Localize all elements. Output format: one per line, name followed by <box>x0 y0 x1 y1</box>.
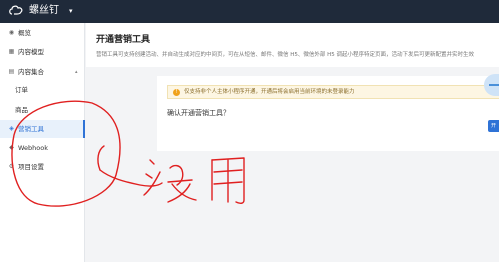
notice-banner: ! 仅支持非个人主体小程序开通，开通后将会启用当前环境的未登录能力 <box>167 85 499 99</box>
sidebar-item-label: 项目设置 <box>18 163 44 171</box>
chevron-down-icon[interactable]: ▾ <box>69 5 73 17</box>
sidebar-item-label: 营销工具 <box>18 125 44 133</box>
sidebar-item-products[interactable]: 商品 <box>0 101 85 119</box>
floating-help-button[interactable] <box>484 74 499 96</box>
notice-text: 仅支持非个人主体小程序开通，开通后将会启用当前环境的未登录能力 <box>184 89 355 95</box>
sidebar-item-label: Webhook <box>18 144 49 152</box>
content-model-icon: ▦ <box>8 48 15 55</box>
top-bar: 螺丝钉 ▾ <box>0 0 499 23</box>
sidebar-item-content-model[interactable]: ▦ 内容模型 <box>0 43 85 61</box>
sidebar-item-overview[interactable]: ◉ 概览 <box>0 24 85 42</box>
webhook-icon: ◆ <box>9 144 14 151</box>
content-collection-icon: ▤ <box>8 68 15 75</box>
page-description: 营销工具可支持创建活动、并自动生成对应的中间页，可在从短信、邮件、微信 H5、微… <box>96 52 475 58</box>
sidebar-item-marketing-tools[interactable]: ◈ 营销工具 <box>0 120 85 138</box>
sidebar-item-label: 订单 <box>15 86 28 94</box>
sidebar-item-label: 内容模型 <box>18 48 44 56</box>
sidebar-item-orders[interactable]: 订单 <box>0 81 85 99</box>
page-header: 开通营销工具 营销工具可支持创建活动、并自动生成对应的中间页，可在从短信、邮件、… <box>86 23 499 67</box>
help-bar-icon <box>489 84 499 86</box>
page-title: 开通营销工具 <box>96 35 151 45</box>
confirm-text: 确认开通营销工具？ <box>167 109 230 117</box>
warning-icon: ! <box>173 89 180 96</box>
marketing-icon: ◈ <box>9 125 14 132</box>
sidebar-item-label: 内容集合 <box>18 68 44 76</box>
sidebar: ◉ 概览 ▦ 内容模型 ▤ 内容集合 ▴ 订单 商品 ◈ 营销工具 ◆ Webh… <box>0 23 85 262</box>
overview-icon: ◉ <box>8 29 15 36</box>
sidebar-item-project-settings[interactable]: ⚙ 项目设置 <box>0 158 85 176</box>
sidebar-item-content-collection[interactable]: ▤ 内容集合 ▴ <box>0 63 85 81</box>
chevron-up-icon: ▴ <box>75 69 78 75</box>
open-button[interactable]: 开 <box>488 120 499 132</box>
brand-name[interactable]: 螺丝钉 <box>29 4 59 18</box>
activation-card: ! 仅支持非个人主体小程序开通，开通后将会启用当前环境的未登录能力 确认开通营销… <box>157 76 499 151</box>
sidebar-item-label: 商品 <box>15 106 28 114</box>
sidebar-item-label: 概览 <box>18 29 31 37</box>
sidebar-item-webhook[interactable]: ◆ Webhook <box>0 139 85 157</box>
cloud-logo-icon <box>9 5 23 15</box>
gear-icon: ⚙ <box>8 163 15 170</box>
